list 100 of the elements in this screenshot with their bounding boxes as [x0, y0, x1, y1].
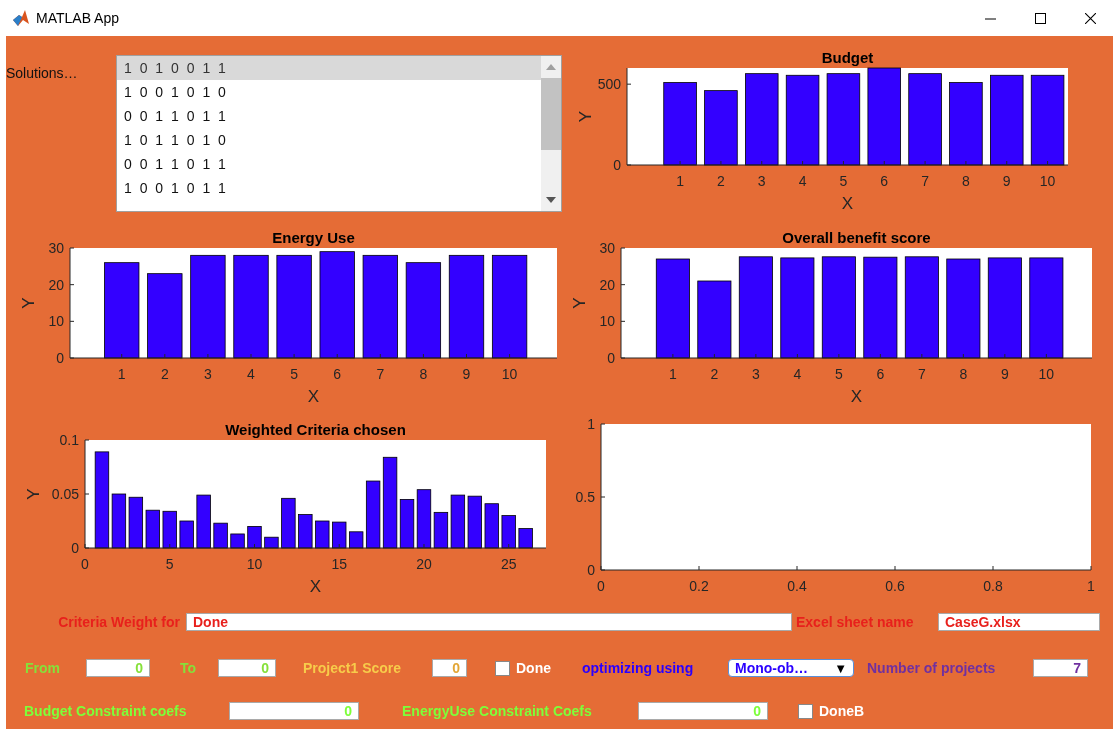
tick-label: 6	[880, 173, 889, 189]
bar	[145, 509, 160, 549]
checkbox[interactable]	[495, 660, 510, 676]
checkbox-label: DoneB	[819, 703, 865, 719]
solutions-listbox[interactable]: 1 0 1 0 0 1 1 1 0 0 1 0 1 0 0 0 1 1 0 1 1 1 0 1 1 0 1 0 0 0 1 1 0 1 1 1 0 0 1 0 1 1	[116, 55, 562, 212]
tick-label: 7	[376, 366, 385, 382]
axis-label: Y	[570, 297, 589, 309]
bar	[501, 515, 516, 549]
tick-label: 0.1	[59, 432, 79, 448]
chart-title: Overall benefit score	[782, 229, 931, 246]
list-item[interactable]: 1 0 0 1 0 1 0	[117, 80, 541, 104]
tick-label: 9	[1000, 366, 1009, 382]
tick-label: 0.4	[787, 578, 807, 594]
tick-label: 0.2	[689, 578, 709, 594]
list-item[interactable]: 0 0 1 1 0 1 1	[117, 152, 541, 176]
tick-label: 0.8	[983, 578, 1003, 594]
maximize-icon[interactable]	[1034, 12, 1046, 24]
tick-label: 15	[331, 556, 347, 572]
field-label: To	[179, 660, 198, 676]
tick-label: 1	[117, 366, 126, 382]
tick-label: 10	[1038, 366, 1055, 382]
field-label: Number of projects	[866, 660, 997, 676]
axis-label: Y	[19, 297, 38, 309]
list-item[interactable]: 1 0 1 1 0 1 0	[117, 128, 541, 152]
bar	[484, 503, 499, 549]
window-title: MATLAB App	[36, 10, 119, 26]
chart-title: Weighted Criteria chosen	[225, 421, 406, 438]
dropdown[interactable]: Mono-ob… ▼	[728, 659, 854, 677]
tick-label: 7	[917, 366, 926, 382]
input-field[interactable]: 7	[1033, 659, 1088, 677]
bar	[281, 497, 296, 549]
bar	[162, 510, 177, 549]
chart-title: Energy Use	[272, 229, 355, 246]
axis-label: X	[841, 194, 854, 213]
tick-label: 3	[204, 366, 212, 382]
scrollbar-thumb[interactable]	[541, 78, 561, 150]
tick-label: 1	[668, 366, 677, 382]
field-label: Project1 Score	[302, 660, 403, 676]
listbox-label: Solutions…	[6, 65, 79, 81]
scroll-down-icon	[546, 197, 556, 203]
bar	[518, 528, 533, 549]
bar	[196, 494, 211, 549]
tick-label: 5	[165, 556, 174, 572]
tick-label: 0.05	[51, 486, 79, 502]
tick-label: 8	[419, 366, 428, 382]
tick-label: 25	[500, 556, 517, 572]
tick-label: 8	[959, 366, 968, 382]
list-item[interactable]: 1 0 0 1 0 1 1	[117, 176, 541, 200]
tick-label: 3	[757, 173, 766, 189]
tick-label: 6	[333, 366, 342, 382]
bar	[264, 536, 279, 549]
scrollbar[interactable]	[541, 56, 561, 211]
tick-label: 4	[247, 366, 255, 382]
field-label: optimizing using	[582, 660, 695, 676]
tick-label: 9	[1002, 173, 1011, 189]
checkbox[interactable]	[798, 703, 813, 719]
tick-label: 0	[56, 350, 64, 366]
field-label: Criteria Weight for	[57, 614, 181, 630]
axis-label: Y	[24, 488, 43, 500]
bar	[298, 514, 313, 549]
tick-label: 1	[676, 173, 684, 189]
input-field[interactable]: CaseG.xlsx	[938, 613, 1100, 631]
tick-label: 10	[246, 556, 263, 572]
tick-label: 0.6	[885, 578, 905, 594]
axis-label: X	[309, 577, 322, 596]
tick-label: 20	[416, 556, 432, 572]
tick-label: 4	[798, 173, 807, 189]
tick-label: 0	[607, 350, 615, 366]
bar	[179, 520, 194, 549]
bar	[128, 496, 143, 549]
list-item[interactable]: 0 0 1 1 0 1 1	[117, 104, 541, 128]
tick-label: 10	[1039, 173, 1056, 189]
field-label: Budget Constraint coefs	[23, 703, 188, 719]
tick-label: 1	[587, 416, 595, 432]
bar	[247, 526, 262, 549]
tick-label: 4	[793, 366, 802, 382]
input-field[interactable]: Done	[186, 613, 792, 631]
tick-label: 500	[597, 76, 621, 93]
axis-label: Y	[576, 110, 595, 123]
tick-label: 30	[599, 240, 615, 256]
bar	[315, 520, 330, 549]
checkbox-label: Done	[516, 660, 551, 676]
tick-label: 5	[290, 366, 298, 382]
axis-label: X	[850, 387, 863, 406]
tick-label: 5	[834, 366, 843, 382]
tick-label: 0	[81, 556, 89, 572]
list-item[interactable]: 1 0 1 0 0 1 1	[117, 56, 541, 80]
tick-label: 0	[587, 562, 595, 578]
field-label: EnergyUse Constraint Coefs	[401, 703, 593, 719]
bar	[332, 521, 347, 549]
close-icon[interactable]	[1084, 12, 1096, 24]
bar	[467, 495, 482, 549]
tick-label: 20	[599, 276, 615, 293]
tick-label: 10	[501, 366, 518, 382]
tick-label: 30	[48, 240, 64, 256]
app-logo-icon	[12, 9, 30, 27]
axis-label: X	[307, 387, 320, 406]
bar	[213, 522, 228, 549]
tick-label: 10	[599, 313, 615, 330]
tick-label: 0	[613, 157, 621, 173]
